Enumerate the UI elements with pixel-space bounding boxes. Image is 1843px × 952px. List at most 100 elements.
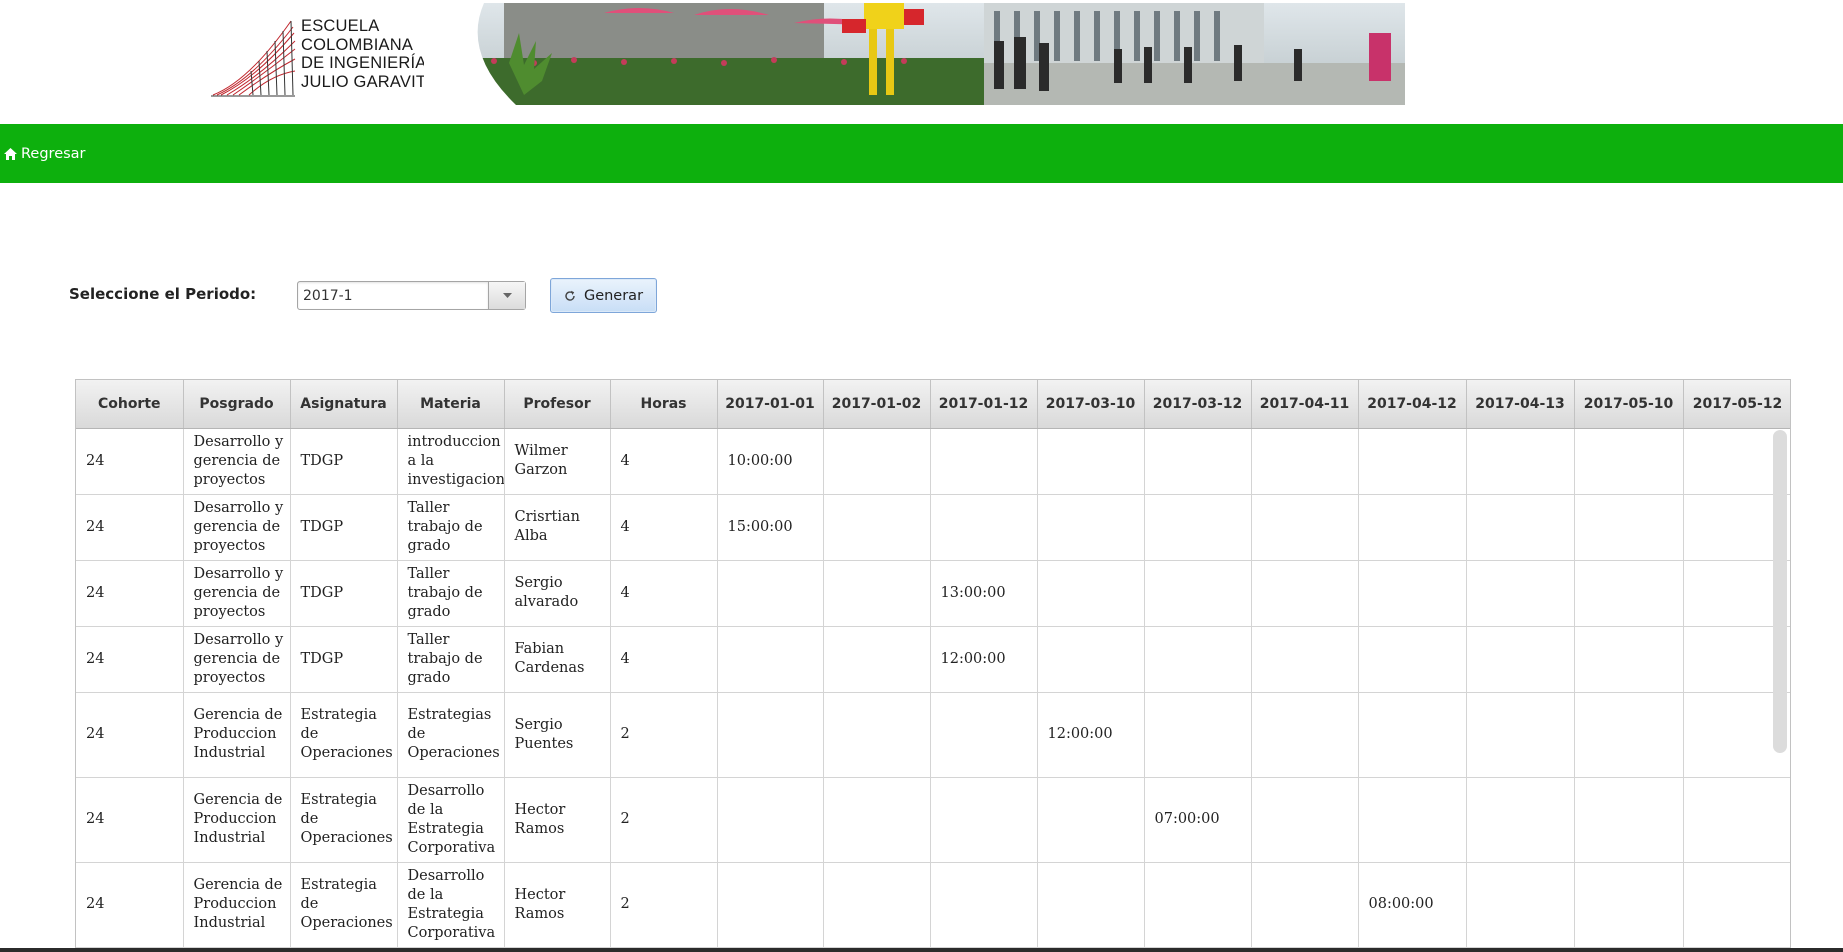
- logo-line-1: ESCUELA: [301, 17, 380, 35]
- table-cell: 4: [610, 428, 718, 495]
- schedule-table: Cohorte Posgrado Asignatura Materia Prof…: [76, 380, 1790, 948]
- table-cell: Hector Ramos: [504, 862, 611, 948]
- column-header-date[interactable]: 2017-03-12: [1144, 380, 1252, 429]
- table-cell: [1683, 777, 1790, 863]
- column-header-date[interactable]: 2017-03-10: [1037, 380, 1145, 429]
- table-cell: Taller trabajo de grado: [397, 560, 505, 627]
- table-cell: [1144, 428, 1252, 495]
- table-cell: [823, 692, 931, 778]
- table-cell: 2: [610, 692, 718, 778]
- table-cell: [1037, 560, 1145, 627]
- home-link[interactable]: Regresar: [4, 144, 86, 164]
- table-cell: 24: [76, 428, 184, 495]
- table-cell: Desarrollo y gerencia de proyectos: [183, 560, 291, 627]
- table-cell: Estrategia de Operaciones: [290, 692, 398, 778]
- table-cell: [717, 777, 824, 863]
- table-cell: Taller trabajo de grado: [397, 494, 505, 561]
- table-cell: [717, 862, 824, 948]
- column-header-date[interactable]: 2017-01-01: [717, 380, 824, 429]
- table-row[interactable]: 24 Desarrollo y gerencia de proyectos TD…: [76, 626, 1790, 693]
- table-cell: [1574, 626, 1684, 693]
- school-logo: ESCUELA COLOMBIANA DE INGENIERÍA JULIO G…: [209, 3, 439, 105]
- table-cell: [1144, 560, 1252, 627]
- table-cell: 2: [610, 862, 718, 948]
- column-header-date[interactable]: 2017-04-13: [1466, 380, 1575, 429]
- table-cell: Desarrollo y gerencia de proyectos: [183, 428, 291, 495]
- table-cell: [1466, 777, 1575, 863]
- column-header-date[interactable]: 2017-04-11: [1251, 380, 1359, 429]
- table-row[interactable]: 24 Desarrollo y gerencia de proyectos TD…: [76, 494, 1790, 561]
- table-cell: [1358, 626, 1467, 693]
- table-cell: 4: [610, 626, 718, 693]
- column-header-posgrado[interactable]: Posgrado: [183, 380, 291, 429]
- logo-line-4: JULIO GARAVITO: [301, 72, 439, 91]
- table-cell: [823, 428, 931, 495]
- column-header-date[interactable]: 2017-01-12: [930, 380, 1038, 429]
- home-link-label: Regresar: [21, 146, 86, 162]
- table-cell: Estrategia de Operaciones: [290, 862, 398, 948]
- table-row[interactable]: 24 Gerencia de Produccion Industrial Est…: [76, 692, 1790, 778]
- table-row[interactable]: 24 Desarrollo y gerencia de proyectos TD…: [76, 428, 1790, 495]
- table-cell: [1466, 494, 1575, 561]
- table-cell: TDGP: [290, 428, 398, 495]
- table-cell: [1466, 692, 1575, 778]
- generate-button[interactable]: Generar: [550, 278, 657, 313]
- column-header-cohorte[interactable]: Cohorte: [76, 380, 184, 429]
- table-cell: 24: [76, 494, 184, 561]
- table-cell: [1683, 862, 1790, 948]
- table-cell: [1037, 626, 1145, 693]
- header-banner: ESCUELA COLOMBIANA DE INGENIERÍA JULIO G…: [209, 3, 1405, 105]
- table-cell: [1358, 777, 1467, 863]
- table-cell: 4: [610, 560, 718, 627]
- table-cell: [1466, 862, 1575, 948]
- table-cell: [1144, 626, 1252, 693]
- table-cell: 08:00:00: [1358, 862, 1467, 948]
- table-cell: [1251, 626, 1359, 693]
- table-cell: Estrategias de Operaciones: [397, 692, 505, 778]
- logo-mark-icon: [211, 20, 296, 97]
- table-cell: Fabian Cardenas: [504, 626, 611, 693]
- table-cell: [823, 626, 931, 693]
- table-cell: Desarrollo de la Estrategia Corporativa: [397, 862, 505, 948]
- table-cell: Gerencia de Produccion Industrial: [183, 777, 291, 863]
- column-header-materia[interactable]: Materia: [397, 380, 505, 429]
- period-input[interactable]: [298, 282, 488, 309]
- header-row: Cohorte Posgrado Asignatura Materia Prof…: [76, 380, 1790, 429]
- schedule-grid: Cohorte Posgrado Asignatura Materia Prof…: [75, 379, 1791, 952]
- table-row[interactable]: 24 Gerencia de Produccion Industrial Est…: [76, 862, 1790, 948]
- table-cell: [1251, 560, 1359, 627]
- table-cell: Sergio Puentes: [504, 692, 611, 778]
- logo-line-3: DE INGENIERÍA: [301, 54, 427, 72]
- table-cell: [1144, 494, 1252, 561]
- table-cell: [823, 862, 931, 948]
- grid-vertical-scrollbar[interactable]: [1773, 430, 1787, 753]
- table-cell: [1574, 862, 1684, 948]
- table-row[interactable]: 24 Gerencia de Produccion Industrial Est…: [76, 777, 1790, 863]
- period-combobox[interactable]: [297, 281, 526, 310]
- table-cell: [1574, 560, 1684, 627]
- column-header-date[interactable]: 2017-01-02: [823, 380, 931, 429]
- table-cell: [1358, 494, 1467, 561]
- column-header-asignatura[interactable]: Asignatura: [290, 380, 398, 429]
- table-cell: TDGP: [290, 560, 398, 627]
- table-cell: [717, 560, 824, 627]
- table-row[interactable]: 24 Desarrollo y gerencia de proyectos TD…: [76, 560, 1790, 627]
- table-cell: 13:00:00: [930, 560, 1038, 627]
- table-cell: [1144, 692, 1252, 778]
- column-header-profesor[interactable]: Profesor: [504, 380, 611, 429]
- table-cell: [1144, 862, 1252, 948]
- period-dropdown-trigger[interactable]: [488, 282, 525, 309]
- table-cell: [930, 494, 1038, 561]
- table-cell: 24: [76, 777, 184, 863]
- table-cell: [1358, 428, 1467, 495]
- column-header-date[interactable]: 2017-04-12: [1358, 380, 1467, 429]
- column-header-date[interactable]: 2017-05-12: [1683, 380, 1790, 429]
- column-header-horas[interactable]: Horas: [610, 380, 718, 429]
- table-cell: 12:00:00: [930, 626, 1038, 693]
- column-header-date[interactable]: 2017-05-10: [1574, 380, 1684, 429]
- table-cell: [1574, 777, 1684, 863]
- table-cell: 10:00:00: [717, 428, 824, 495]
- table-cell: Sergio alvarado: [504, 560, 611, 627]
- table-cell: Desarrollo y gerencia de proyectos: [183, 494, 291, 561]
- table-cell: Taller trabajo de grado: [397, 626, 505, 693]
